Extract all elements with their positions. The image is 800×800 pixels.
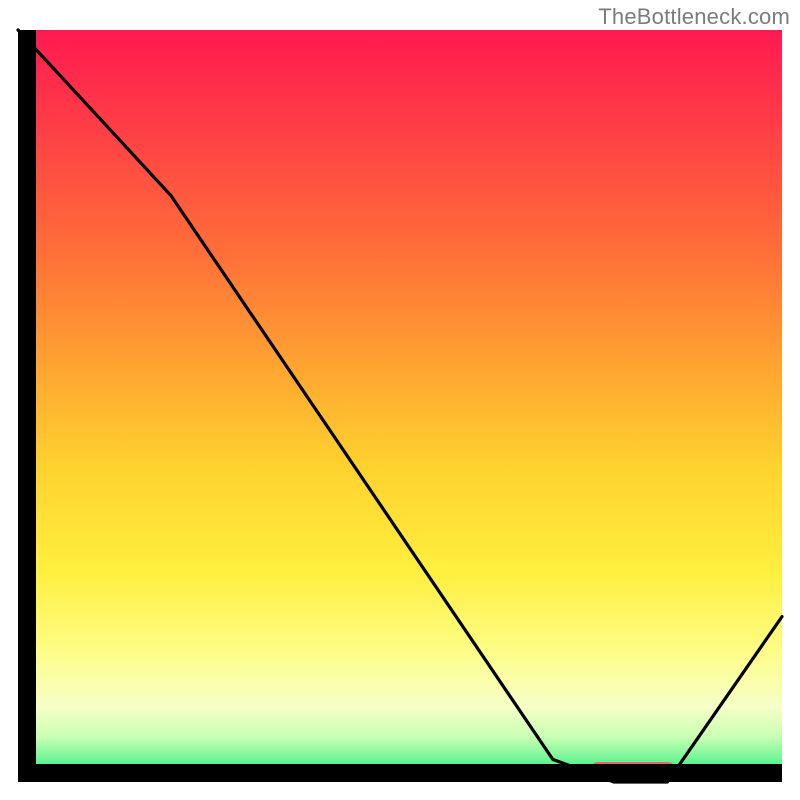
bottleneck-curve-svg (18, 30, 782, 782)
attribution-label: TheBottleneck.com (598, 4, 790, 30)
bottleneck-curve-path (18, 30, 782, 782)
plot-area (18, 30, 782, 782)
bottleneck-chart: TheBottleneck.com (0, 0, 800, 800)
optimal-range-marker (591, 762, 675, 776)
